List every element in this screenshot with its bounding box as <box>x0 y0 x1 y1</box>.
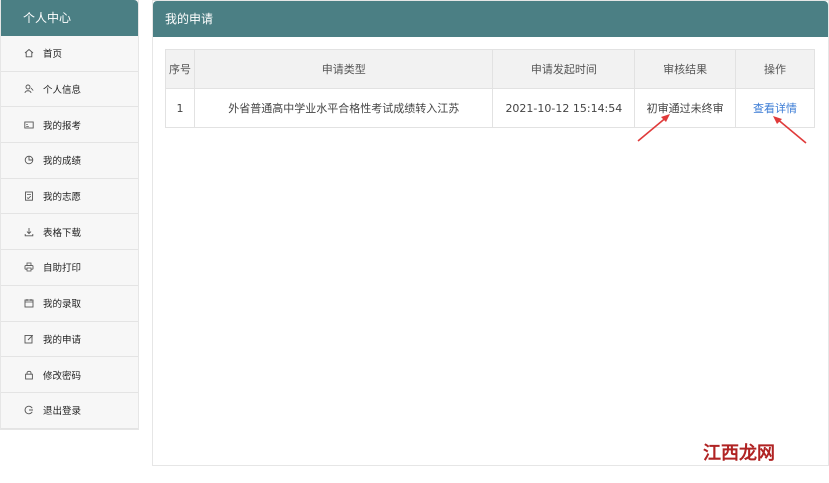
sidebar-item-label: 我的申请 <box>43 334 82 346</box>
sidebar-item-home[interactable]: 首页 <box>1 36 138 72</box>
cell-time: 2021-10-12 15:14:54 <box>492 88 636 128</box>
cell-index: 1 <box>165 88 195 128</box>
cell-action: 查看详情 <box>735 88 815 128</box>
sidebar-item-downloads[interactable]: 表格下载 <box>1 214 138 251</box>
column-header-result: 审核结果 <box>634 49 737 89</box>
view-details-link[interactable]: 查看详情 <box>753 102 797 115</box>
sidebar-item-label: 自助打印 <box>43 263 82 275</box>
edit-icon <box>23 333 35 345</box>
printer-icon <box>23 261 35 273</box>
sidebar-item-label: 我的报考 <box>43 120 82 132</box>
sidebar-item-password[interactable]: 修改密码 <box>1 357 138 393</box>
sidebar-title: 个人中心 <box>1 0 138 36</box>
sidebar-item-wishes[interactable]: 我的志愿 <box>1 179 138 215</box>
sidebar-item-label: 我的录取 <box>43 299 82 311</box>
sidebar-item-scores[interactable]: 我的成绩 <box>1 143 138 179</box>
main-panel: 我的申请 序号 申请类型 申请发起时间 审核结果 操作 1 外省普通高中学业水平… <box>152 0 829 466</box>
home-icon <box>23 47 35 59</box>
sidebar-item-label: 我的成绩 <box>43 156 82 168</box>
table-row: 1 外省普通高中学业水平合格性考试成绩转入江苏 2021-10-12 15:14… <box>165 88 815 128</box>
lock-icon <box>23 369 35 381</box>
pie-chart-icon <box>23 154 35 166</box>
cell-result: 初审通过未终审 <box>634 88 737 128</box>
sidebar-item-label: 个人信息 <box>43 85 82 97</box>
sidebar-item-profile[interactable]: 个人信息 <box>1 72 138 108</box>
column-header-action: 操作 <box>735 49 815 89</box>
sidebar-item-label: 我的志愿 <box>43 192 82 204</box>
sidebar-item-label: 修改密码 <box>43 370 82 382</box>
sidebar-item-admission[interactable]: 我的录取 <box>1 286 138 322</box>
column-header-time: 申请发起时间 <box>492 49 636 89</box>
page-title: 我的申请 <box>153 1 828 37</box>
logout-icon <box>23 404 35 416</box>
applications-table: 序号 申请类型 申请发起时间 审核结果 操作 1 外省普通高中学业水平合格性考试… <box>165 49 815 128</box>
sidebar-item-label: 退出登录 <box>43 406 82 418</box>
calendar-icon <box>23 297 35 309</box>
sidebar-item-label: 首页 <box>43 49 63 61</box>
card-icon <box>23 119 35 131</box>
column-header-index: 序号 <box>165 49 195 89</box>
cell-type: 外省普通高中学业水平合格性考试成绩转入江苏 <box>193 88 494 128</box>
clipboard-icon <box>23 190 35 202</box>
sidebar-item-label: 表格下载 <box>43 227 82 239</box>
column-header-type: 申请类型 <box>193 49 494 89</box>
sidebar-item-logout[interactable]: 退出登录 <box>1 393 138 429</box>
user-icon <box>23 83 35 95</box>
download-icon <box>23 226 35 238</box>
sidebar-item-print[interactable]: 自助打印 <box>1 250 138 286</box>
sidebar: 个人中心 首页 个人信息 我的报考 我的成绩 我的志愿 表格下载 自助打印 我的… <box>0 0 139 430</box>
sidebar-item-registration[interactable]: 我的报考 <box>1 107 138 144</box>
watermark-logo: 江西龙网 <box>703 443 775 464</box>
table-header-row: 序号 申请类型 申请发起时间 审核结果 操作 <box>165 49 815 89</box>
sidebar-item-applications[interactable]: 我的申请 <box>1 322 138 358</box>
